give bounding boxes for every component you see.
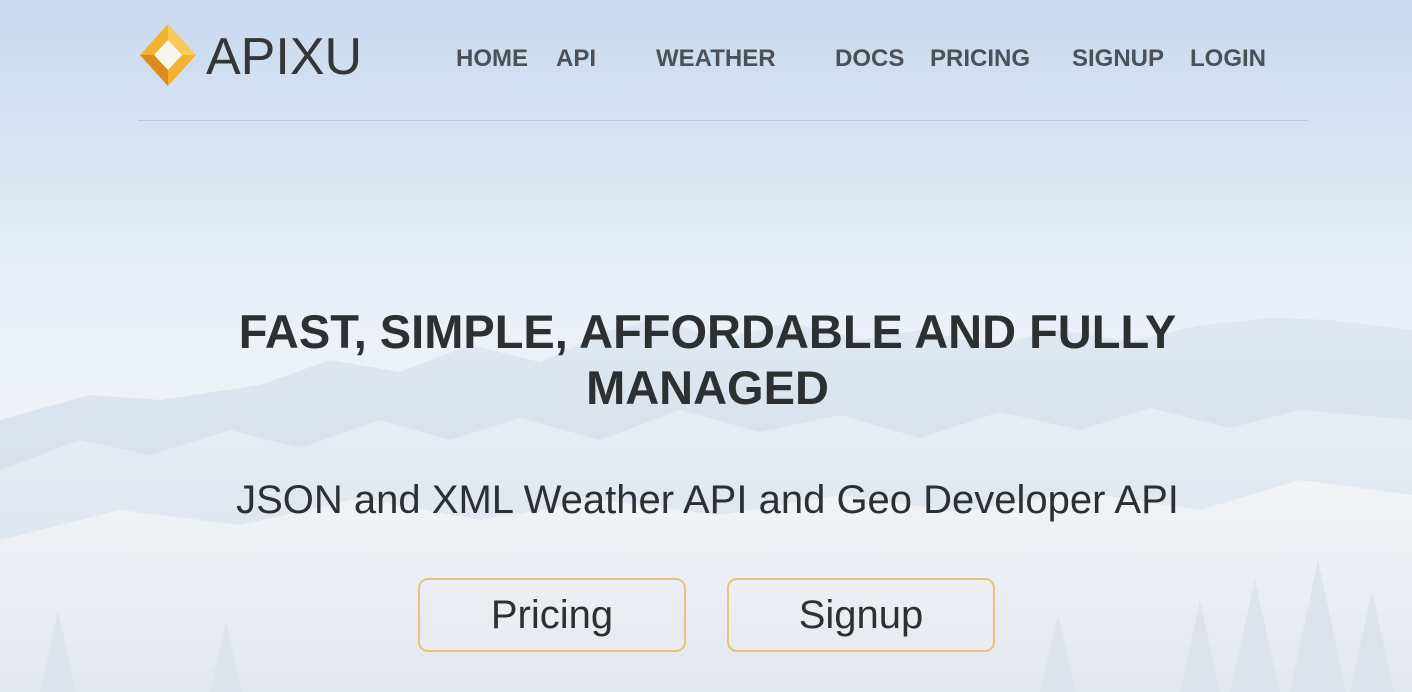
signup-button[interactable]: Signup: [727, 578, 995, 652]
hero-title: FAST, SIMPLE, AFFORDABLE AND FULLY MANAG…: [238, 305, 1177, 414]
nav-login[interactable]: LOGIN: [1190, 45, 1266, 73]
top-navbar: APIXU HOME API WEATHER DOCS PRICING SIGN…: [138, 22, 1308, 98]
landing-page: APIXU HOME API WEATHER DOCS PRICING SIGN…: [0, 0, 1412, 692]
nav-weather[interactable]: WEATHER: [656, 45, 776, 73]
navbar-divider: [138, 120, 1308, 121]
nav-pricing[interactable]: PRICING: [930, 45, 1030, 73]
nav-home[interactable]: HOME: [456, 45, 528, 73]
nav-signup[interactable]: SIGNUP: [1072, 45, 1164, 73]
pricing-button[interactable]: Pricing: [418, 578, 686, 652]
brand-name: APIXU: [206, 28, 363, 86]
nav-docs[interactable]: DOCS: [835, 45, 904, 73]
diamond-logo-icon: [140, 24, 196, 86]
nav-api[interactable]: API: [556, 45, 596, 73]
brand-logo-link[interactable]: APIXU: [138, 22, 362, 92]
hero-subtitle: JSON and XML Weather API and Geo Develop…: [236, 478, 1179, 522]
